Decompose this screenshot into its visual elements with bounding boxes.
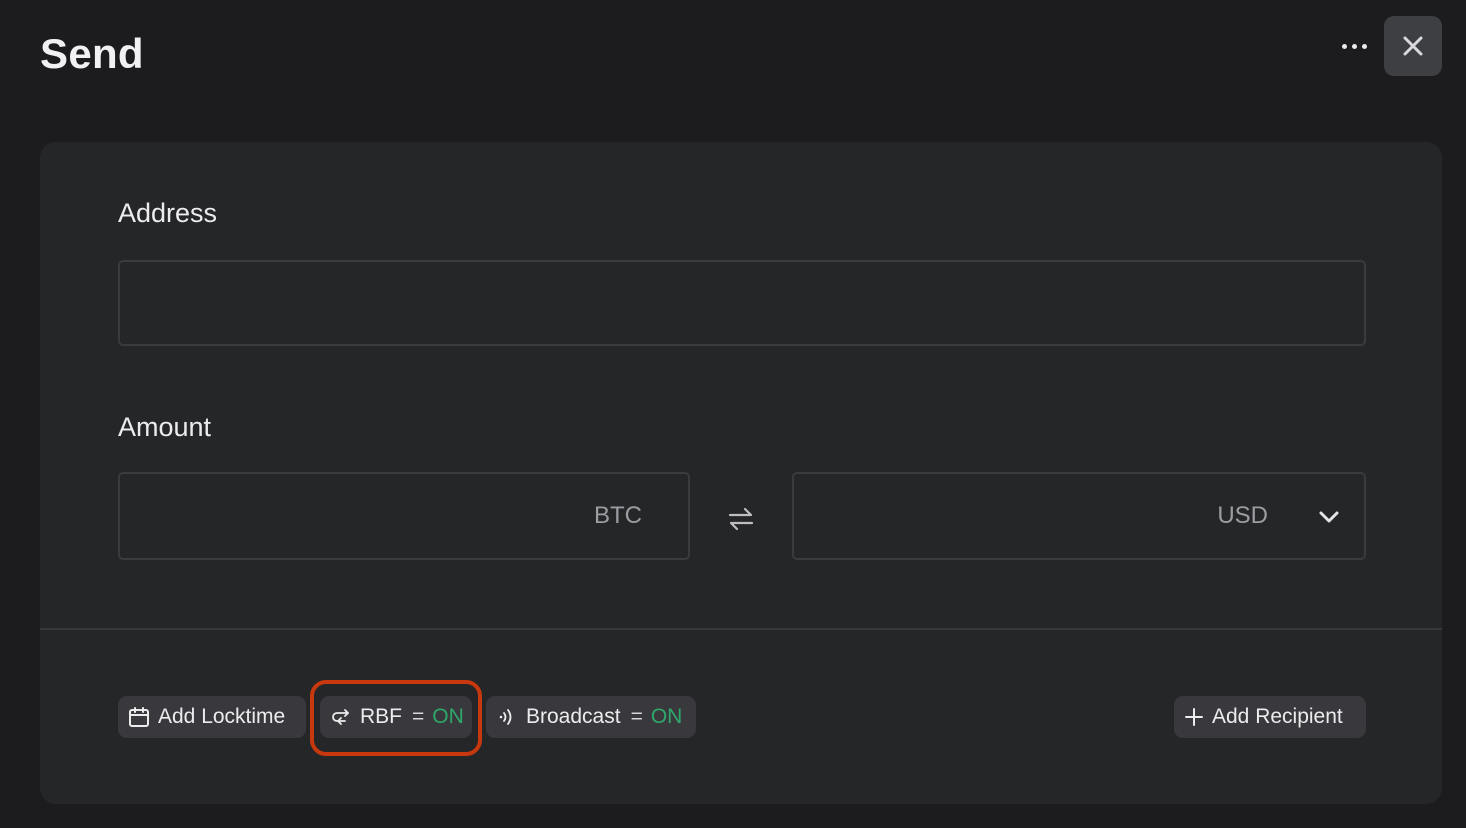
calendar-icon — [128, 706, 150, 728]
chevron-down-icon[interactable] — [1316, 504, 1342, 530]
btc-amount-input[interactable]: BTC — [118, 472, 690, 560]
plus-icon — [1184, 707, 1204, 727]
more-options-button[interactable] — [1330, 26, 1378, 66]
rbf-equals: = — [412, 705, 425, 728]
add-locktime-button[interactable]: Add Locktime — [118, 696, 306, 738]
broadcast-status: ON — [650, 705, 683, 728]
address-input[interactable] — [120, 262, 1364, 344]
rbf-label: RBF — [360, 705, 402, 728]
section-divider — [40, 628, 1442, 630]
page-title: Send — [40, 30, 144, 77]
send-form-card: Address Amount BTC USD Add Locktime RBF … — [40, 142, 1442, 804]
swap-arrows-icon[interactable] — [726, 504, 756, 534]
broadcast-equals: = — [630, 705, 643, 728]
usd-unit-label: USD — [1217, 502, 1268, 529]
add-recipient-label: Add Recipient — [1212, 705, 1343, 728]
replace-arrows-icon — [330, 706, 352, 728]
address-field-wrapper — [118, 260, 1366, 346]
amount-label: Amount — [118, 412, 212, 442]
btc-unit-label: BTC — [594, 502, 642, 529]
rbf-toggle[interactable]: RBF = ON — [320, 696, 472, 738]
close-button[interactable] — [1384, 16, 1442, 76]
send-dialog: Send Address Amount BTC USD Add Locktime… — [0, 0, 1466, 828]
address-label: Address — [118, 198, 218, 228]
more-horizontal-icon — [1339, 43, 1369, 49]
broadcast-label: Broadcast — [526, 705, 621, 728]
add-recipient-button[interactable]: Add Recipient — [1174, 696, 1366, 738]
broadcast-icon — [496, 706, 518, 728]
usd-amount-input[interactable]: USD — [792, 472, 1366, 560]
broadcast-toggle[interactable]: Broadcast = ON — [486, 696, 696, 738]
add-locktime-label: Add Locktime — [158, 705, 286, 728]
close-icon — [1403, 36, 1423, 56]
rbf-status: ON — [432, 705, 464, 728]
